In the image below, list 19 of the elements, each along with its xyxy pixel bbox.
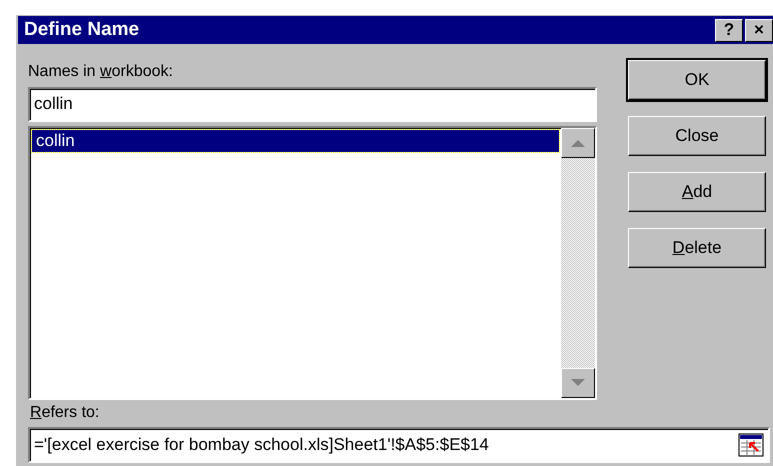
dialog-button[interactable]: OK [628, 60, 766, 100]
help-button[interactable]: ? [715, 18, 743, 42]
up-arrow-icon [571, 139, 585, 147]
name-field[interactable]: collin [28, 87, 597, 122]
scrollbar[interactable] [561, 128, 595, 398]
list-item[interactable]: collin [32, 130, 559, 152]
dialog-button[interactable]: Add [628, 172, 766, 212]
dialog-button[interactable]: Delete [628, 228, 766, 268]
names-label: Names in workbook: [28, 62, 174, 82]
refers-label: Refers to: [30, 403, 100, 423]
dialog-button[interactable]: Close [628, 116, 766, 156]
window-title: Define Name [24, 18, 140, 42]
refers-value: ='[excel exercise for bombay school.xls]Sheet1'!$A$5:$E$14 [34, 434, 490, 456]
close-button[interactable]: × [745, 18, 773, 42]
scroll-down-button[interactable] [561, 368, 595, 398]
down-arrow-icon [571, 379, 585, 387]
collapse-dialog-icon[interactable] [738, 433, 764, 457]
scroll-up-button[interactable] [561, 128, 595, 158]
refers-field[interactable]: ='[excel exercise for bombay school.xls]Sheet1'!$A$5:$E$14 [28, 427, 770, 463]
